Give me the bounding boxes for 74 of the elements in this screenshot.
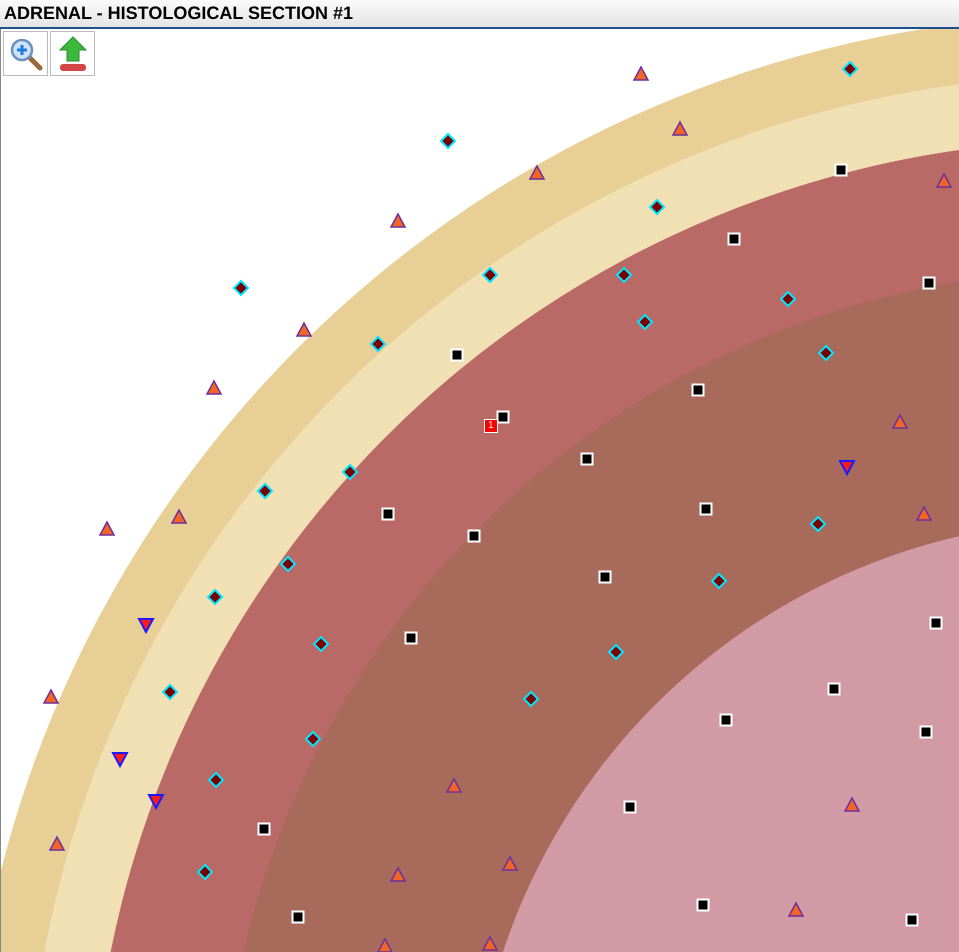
square-marker-icon[interactable]	[596, 568, 614, 586]
triangle-marker-icon[interactable]	[170, 508, 188, 526]
square-marker-icon[interactable]	[494, 408, 512, 426]
triangle-marker-icon[interactable]	[528, 164, 546, 182]
square-marker-icon[interactable]	[697, 500, 715, 518]
triangle-marker-icon[interactable]	[48, 835, 66, 853]
square-marker-icon[interactable]	[255, 820, 273, 838]
inverted-triangle-marker-icon[interactable]	[838, 458, 856, 476]
zoom-in-icon	[8, 36, 42, 70]
diamond-marker-icon[interactable]	[196, 863, 214, 881]
diamond-marker-icon[interactable]	[312, 635, 330, 653]
upload-button[interactable]	[50, 31, 95, 76]
square-marker-icon[interactable]	[689, 381, 707, 399]
triangle-marker-icon[interactable]	[843, 796, 861, 814]
triangle-marker-icon[interactable]	[915, 505, 933, 523]
marker-number-badge[interactable]: 1	[484, 419, 498, 433]
square-marker-icon[interactable]	[920, 274, 938, 292]
diamond-marker-icon[interactable]	[256, 482, 274, 500]
square-marker-icon[interactable]	[694, 896, 712, 914]
triangle-marker-icon[interactable]	[935, 172, 953, 190]
diamond-marker-icon[interactable]	[304, 730, 322, 748]
diamond-marker-icon[interactable]	[779, 290, 797, 308]
triangle-marker-icon[interactable]	[376, 937, 394, 952]
square-marker-icon[interactable]	[903, 911, 921, 929]
diamond-marker-icon[interactable]	[279, 555, 297, 573]
diamond-marker-icon[interactable]	[232, 279, 250, 297]
square-marker-icon[interactable]	[578, 450, 596, 468]
triangle-marker-icon[interactable]	[205, 379, 223, 397]
triangle-marker-icon[interactable]	[632, 65, 650, 83]
diamond-marker-icon[interactable]	[206, 588, 224, 606]
diamond-marker-icon[interactable]	[636, 313, 654, 331]
diamond-marker-icon[interactable]	[817, 344, 835, 362]
diamond-marker-icon[interactable]	[809, 515, 827, 533]
triangle-marker-icon[interactable]	[501, 855, 519, 873]
inverted-triangle-marker-icon[interactable]	[137, 616, 155, 634]
square-marker-icon[interactable]	[448, 346, 466, 364]
diamond-marker-icon[interactable]	[481, 266, 499, 284]
square-marker-icon[interactable]	[402, 629, 420, 647]
triangle-marker-icon[interactable]	[389, 866, 407, 884]
diamond-marker-icon[interactable]	[648, 198, 666, 216]
inverted-triangle-marker-icon[interactable]	[111, 750, 129, 768]
square-marker-icon[interactable]	[917, 723, 935, 741]
diamond-marker-icon[interactable]	[522, 690, 540, 708]
square-marker-icon[interactable]	[289, 908, 307, 926]
triangle-marker-icon[interactable]	[787, 901, 805, 919]
diamond-marker-icon[interactable]	[841, 60, 859, 78]
diamond-marker-icon[interactable]	[615, 266, 633, 284]
square-marker-icon[interactable]	[725, 230, 743, 248]
triangle-marker-icon[interactable]	[481, 935, 499, 952]
square-marker-icon[interactable]	[621, 798, 639, 816]
diamond-marker-icon[interactable]	[341, 463, 359, 481]
diamond-marker-icon[interactable]	[369, 335, 387, 353]
inverted-triangle-marker-icon[interactable]	[147, 792, 165, 810]
triangle-marker-icon[interactable]	[445, 777, 463, 795]
diamond-marker-icon[interactable]	[710, 572, 728, 590]
diamond-marker-icon[interactable]	[439, 132, 457, 150]
triangle-marker-icon[interactable]	[98, 520, 116, 538]
square-marker-icon[interactable]	[825, 680, 843, 698]
triangle-marker-icon[interactable]	[389, 212, 407, 230]
triangle-marker-icon[interactable]	[891, 413, 909, 431]
square-marker-icon[interactable]	[717, 711, 735, 729]
zoom-button[interactable]	[3, 31, 48, 76]
diamond-marker-icon[interactable]	[207, 771, 225, 789]
window-title: ADRENAL - HISTOLOGICAL SECTION #1	[4, 2, 354, 25]
triangle-marker-icon[interactable]	[295, 321, 313, 339]
square-marker-icon[interactable]	[927, 614, 945, 632]
upload-arrow-icon	[58, 36, 88, 72]
square-marker-icon[interactable]	[379, 505, 397, 523]
diamond-marker-icon[interactable]	[607, 643, 625, 661]
triangle-marker-icon[interactable]	[671, 120, 689, 138]
triangle-marker-icon[interactable]	[42, 688, 60, 706]
square-marker-icon[interactable]	[832, 161, 850, 179]
square-marker-icon[interactable]	[465, 527, 483, 545]
diamond-marker-icon[interactable]	[161, 683, 179, 701]
